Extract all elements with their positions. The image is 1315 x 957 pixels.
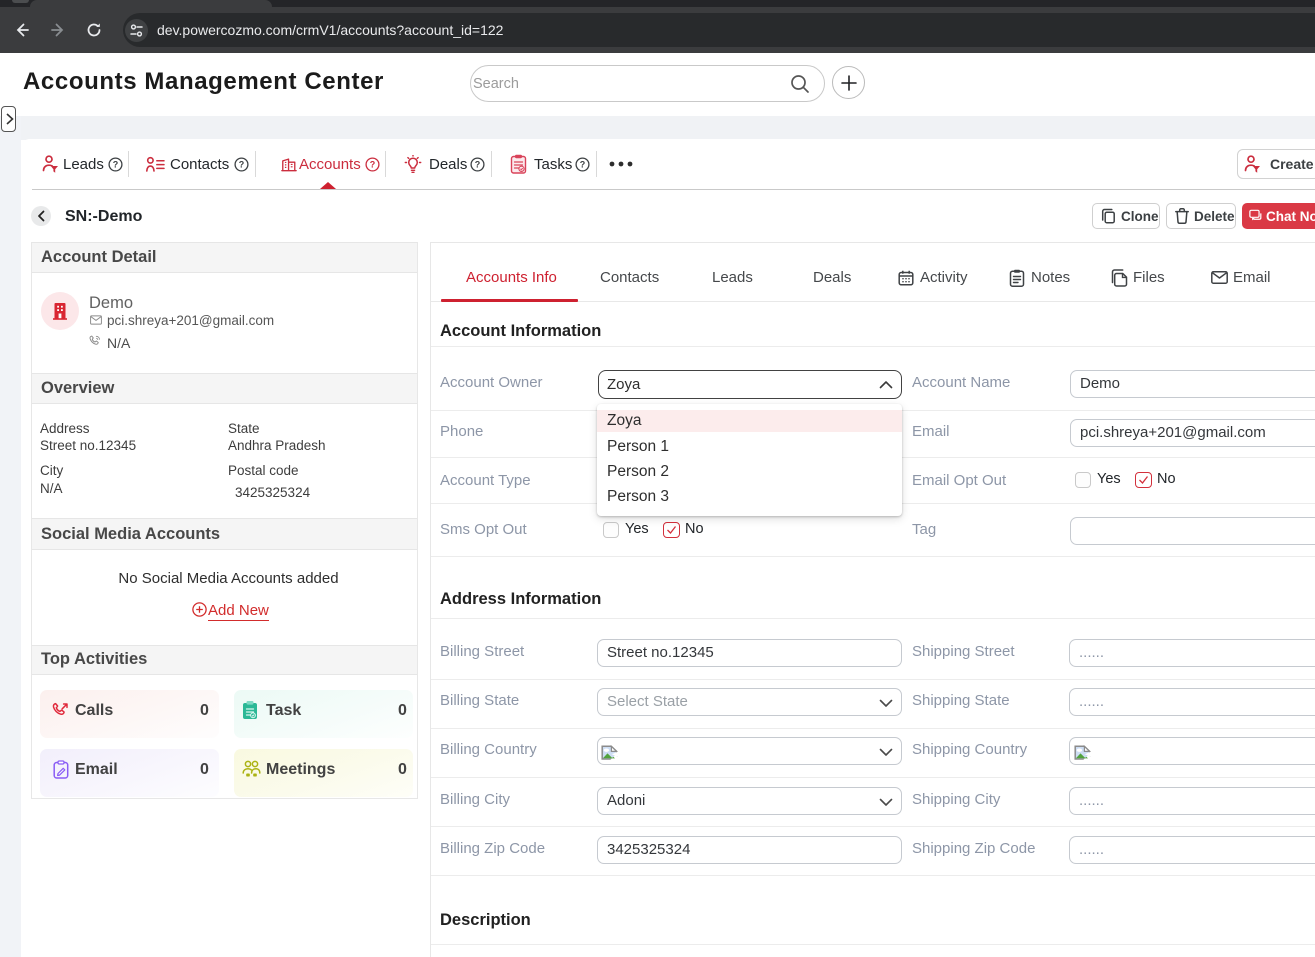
svg-text:?: ? <box>113 160 119 170</box>
svg-text:?: ? <box>475 160 481 170</box>
svg-text:?: ? <box>370 160 376 170</box>
svg-text:?: ? <box>580 160 586 170</box>
svg-text:?: ? <box>239 160 245 170</box>
